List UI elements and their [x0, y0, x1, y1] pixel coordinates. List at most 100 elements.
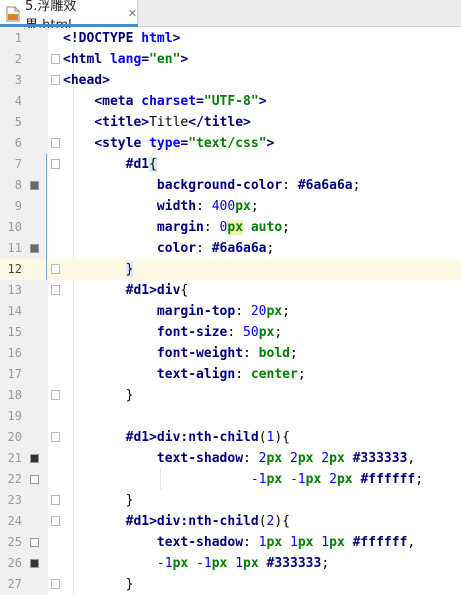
code-token: :: [203, 220, 220, 235]
fold-marker-icon[interactable]: [51, 495, 60, 505]
code-token: <!DOCTYPE: [63, 31, 142, 46]
code-line[interactable]: 24 #d1>div:nth-child(2){: [0, 511, 461, 532]
fold-marker-icon[interactable]: [51, 138, 60, 148]
code-token: ;: [282, 220, 290, 235]
code-line[interactable]: 6 <style type="text/css">: [0, 133, 461, 154]
code-token: <meta: [94, 94, 142, 109]
code-token: margin-top: [156, 304, 236, 319]
fold-marker-icon[interactable]: [51, 390, 60, 400]
line-number: 17: [7, 367, 22, 381]
line-number: 10: [7, 220, 22, 234]
code-line[interactable]: 26 -1px -1px 1px #333333;: [0, 553, 461, 574]
code-editor[interactable]: 1 <!DOCTYPE html> 2 <html lang="en"> 3 <head>…: [0, 28, 461, 595]
code-line[interactable]: 4 <meta charset="UTF-8">: [0, 91, 461, 112]
code-line[interactable]: 16 font-weight: bold;: [0, 343, 461, 364]
code-text: width: 400px;: [63, 196, 259, 217]
code-line[interactable]: 23 }: [0, 490, 461, 511]
code-text: }: [63, 259, 134, 280]
code-token: width: [156, 199, 197, 214]
code-token: 1: [258, 535, 267, 550]
code-token: -1: [250, 472, 267, 487]
color-swatch-icon[interactable]: [30, 181, 39, 190]
code-line[interactable]: 15 font-size: 50px;: [0, 322, 461, 343]
code-line[interactable]: 11 color: #6a6a6a;: [0, 238, 461, 259]
fold-marker-icon[interactable]: [51, 264, 60, 274]
code-token: ,: [407, 451, 416, 466]
code-line[interactable]: 3 <head>: [0, 70, 461, 91]
color-swatch-icon[interactable]: [30, 475, 39, 484]
color-swatch-icon[interactable]: [30, 244, 39, 253]
code-line[interactable]: 19: [0, 406, 461, 427]
line-number: 8: [14, 178, 22, 192]
code-line[interactable]: 12 }: [0, 259, 461, 280]
code-line[interactable]: 7 #d1{: [0, 154, 461, 175]
code-line[interactable]: 2 <html lang="en">: [0, 49, 461, 70]
code-line[interactable]: 18 }: [0, 385, 461, 406]
code-line[interactable]: 5 <title>Title</title>: [0, 112, 461, 133]
fold-marker-icon[interactable]: [51, 54, 60, 64]
code-line[interactable]: 22 -1px -1px 2px #ffffff;: [0, 469, 461, 490]
code-token: (: [258, 430, 267, 445]
code-token: #ffffff: [360, 472, 416, 487]
line-number: 25: [7, 535, 22, 549]
code-line[interactable]: 9 width: 400px;: [0, 196, 461, 217]
color-swatch-icon[interactable]: [30, 454, 39, 463]
line-number: 14: [7, 304, 22, 318]
code-token: ): [274, 514, 283, 529]
line-number: 24: [7, 514, 22, 528]
fold-marker-icon[interactable]: [51, 516, 60, 526]
code-line[interactable]: 14 margin-top: 20px;: [0, 301, 461, 322]
code-line[interactable]: 21 text-shadow: 2px 2px 2px #333333,: [0, 448, 461, 469]
fold-marker-icon[interactable]: [51, 75, 60, 85]
fold-marker-icon[interactable]: [51, 159, 60, 169]
close-tab-icon[interactable]: ✕: [128, 7, 137, 20]
code-line[interactable]: 8 background-color: #6a6a6a;: [0, 175, 461, 196]
line-number: 23: [7, 493, 22, 507]
code-token: text-shadow: [156, 535, 244, 550]
code-token: background-color: [156, 178, 283, 193]
code-token: -1: [289, 472, 306, 487]
fold-marker-icon[interactable]: [51, 285, 60, 295]
line-number: 22: [7, 472, 22, 486]
code-line[interactable]: 17 text-align: center;: [0, 364, 461, 385]
code-token: "UTF-8": [203, 94, 259, 109]
code-line[interactable]: 1 <!DOCTYPE html>: [0, 28, 461, 49]
code-token: 1: [289, 535, 298, 550]
tab-html-file[interactable]: 5.浮雕效果.html ✕: [0, 0, 138, 33]
code-token: ;: [297, 367, 306, 382]
code-token: (: [258, 514, 267, 529]
fold-marker-icon[interactable]: [51, 579, 60, 589]
code-token: ,: [407, 535, 416, 550]
code-line[interactable]: 10 margin: 0px auto;: [0, 217, 461, 238]
code-token: "text/css": [188, 136, 267, 151]
code-text: #d1>div:nth-child(1){: [63, 427, 290, 448]
code-token: </title>: [188, 115, 251, 130]
code-token: #d1>div: [125, 283, 181, 298]
code-text: -1px -1px 2px #ffffff;: [63, 469, 423, 490]
code-token: text-align: [156, 367, 236, 382]
code-token: px: [266, 472, 283, 487]
fold-marker-icon[interactable]: [51, 432, 60, 442]
color-swatch-icon[interactable]: [30, 559, 39, 568]
code-token: px: [172, 556, 189, 571]
code-token: auto: [250, 220, 283, 235]
code-line[interactable]: 25 text-shadow: 1px 1px 1px #ffffff,: [0, 532, 461, 553]
code-token: px: [329, 451, 345, 466]
code-token: px: [297, 535, 314, 550]
code-line[interactable]: 13 #d1>div{: [0, 280, 461, 301]
code-text: text-shadow: 2px 2px 2px #333333,: [63, 448, 415, 469]
code-token: px: [336, 472, 353, 487]
code-line[interactable]: 27 }: [0, 574, 461, 595]
code-token: #d1>div:nth-child: [125, 430, 259, 445]
code-token: "en": [149, 52, 181, 67]
code-token: html: [141, 31, 173, 46]
code-line[interactable]: 20 #d1>div:nth-child(1){: [0, 427, 461, 448]
line-number: 18: [7, 388, 22, 402]
code-token: px: [227, 220, 244, 235]
color-swatch-icon[interactable]: [30, 538, 39, 547]
